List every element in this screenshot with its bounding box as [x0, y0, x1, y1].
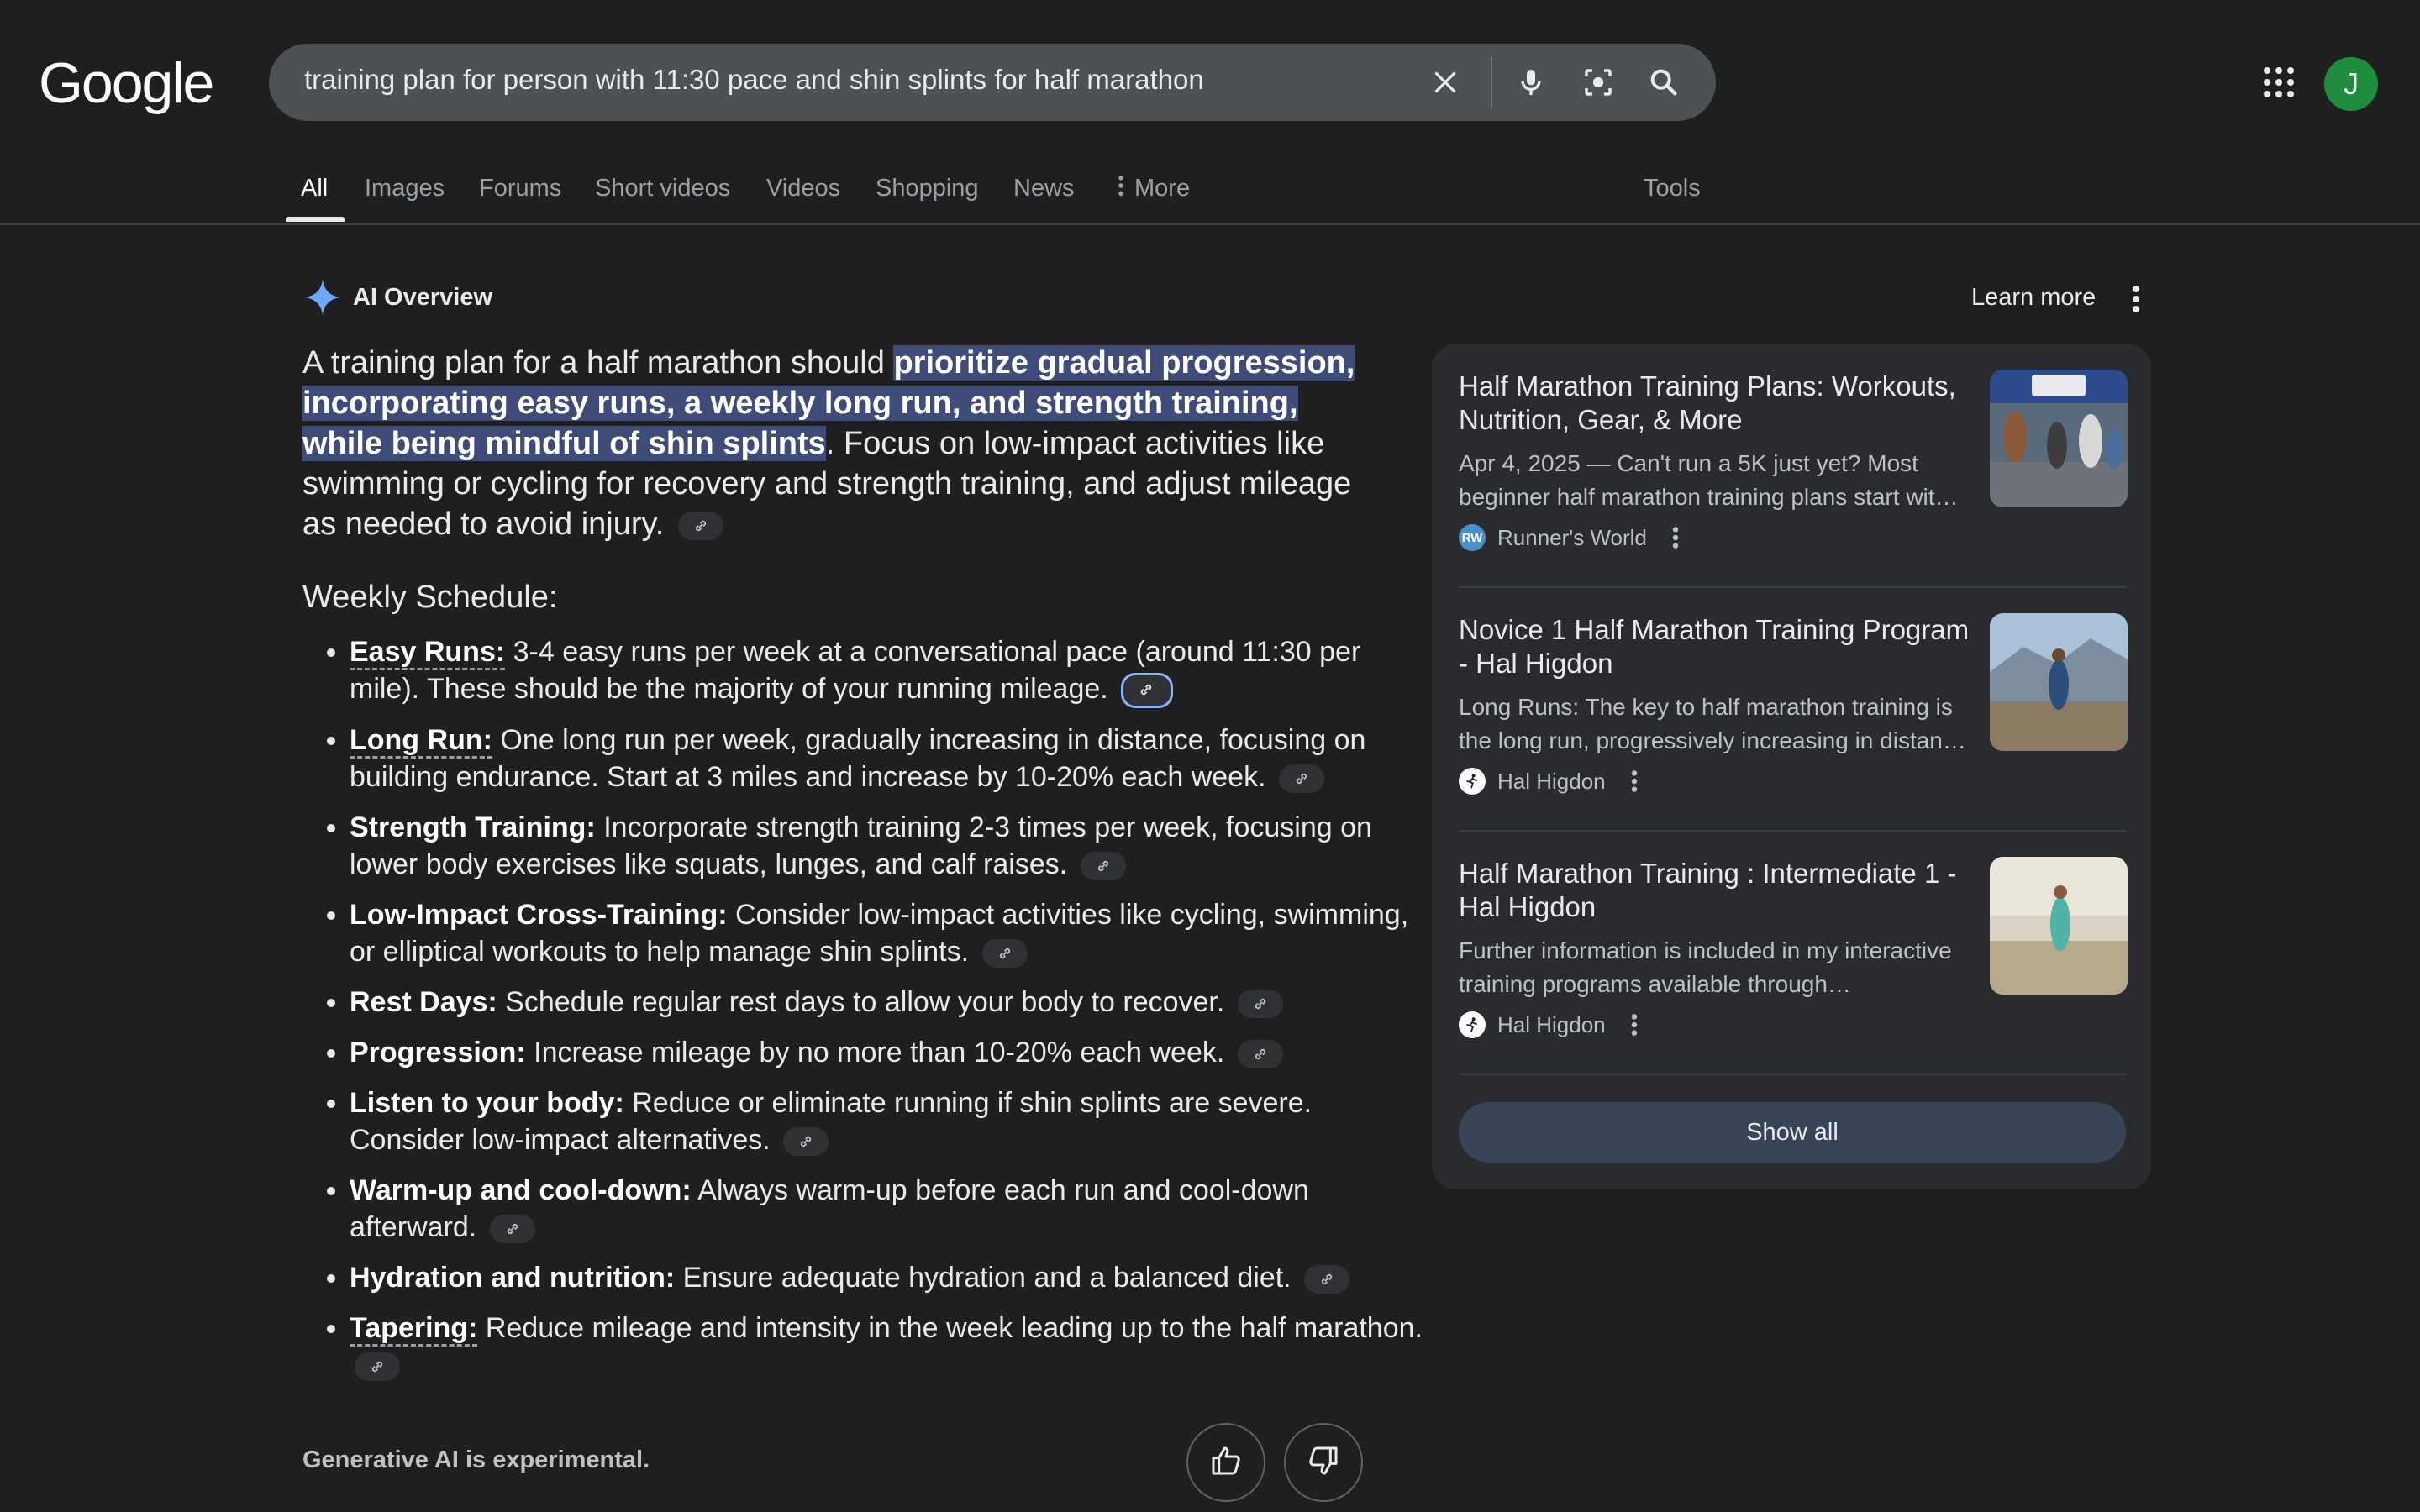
microphone-icon[interactable] [1511, 62, 1551, 102]
list-item: Hydration and nutrition: Ensure adequate… [350, 1259, 1434, 1296]
clear-icon[interactable] [1425, 62, 1465, 102]
citation-link-icon[interactable] [1237, 1040, 1283, 1069]
tab-more[interactable]: More [1118, 175, 1190, 203]
list-item: Progression: Increase mileage by no more… [350, 1034, 1434, 1071]
thumbs-down-button[interactable] [1284, 1423, 1363, 1502]
bullet-term: Strength Training: [350, 811, 596, 844]
citation-link-icon[interactable] [1080, 852, 1126, 881]
ai-sparkle-icon [302, 277, 343, 318]
list-item: Strength Training: Incorporate strength … [350, 809, 1434, 883]
bullet-text: Schedule regular rest days to allow your… [497, 986, 1225, 1019]
tab-news[interactable]: News [1013, 175, 1075, 202]
tab-all[interactable]: All [301, 175, 328, 202]
source-title[interactable]: Novice 1 Half Marathon Training Program … [1459, 613, 1971, 680]
citation-link-icon[interactable] [489, 1215, 535, 1244]
active-tab-indicator [286, 217, 345, 222]
source-card[interactable]: Half Marathon Training Plans: Workouts, … [1459, 344, 2128, 588]
tab-videos[interactable]: Videos [766, 175, 840, 202]
source-site-name: Hal Higdon [1497, 768, 1606, 794]
bullet-text: Reduce mileage and intensity in the week… [477, 1312, 1423, 1345]
source-title[interactable]: Half Marathon Training Plans: Workouts, … [1459, 370, 1971, 437]
list-item: Tapering: Reduce mileage and intensity i… [350, 1310, 1434, 1383]
bullet-term: Listen to your body: [350, 1087, 624, 1120]
bullet-text: One long run per week, gradually increas… [350, 724, 1366, 794]
source-card[interactable]: Novice 1 Half Marathon Training Program … [1459, 588, 2128, 832]
tab-forums[interactable]: Forums [479, 175, 561, 202]
bullet-text: Ensure adequate hydration and a balanced… [675, 1262, 1292, 1294]
citation-link-icon[interactable] [1304, 1265, 1350, 1294]
ai-overview-title: AI Overview [353, 284, 493, 311]
bullet-term: Warm-up and cool-down: [350, 1174, 692, 1207]
more-vert-icon [1118, 175, 1124, 203]
more-vert-icon[interactable] [1626, 768, 1643, 795]
more-vert-icon[interactable] [1626, 1011, 1643, 1038]
bullet-term[interactable]: Tapering: [350, 1312, 478, 1347]
list-item: Low-Impact Cross-Training: Consider low-… [350, 896, 1434, 970]
schedule-heading: Weekly Schedule: [302, 580, 558, 615]
lens-camera-icon[interactable] [1578, 62, 1618, 102]
search-divider [1491, 57, 1492, 108]
search-box[interactable]: training plan for person with 11:30 pace… [269, 44, 1716, 121]
schedule-list: Easy Runs: 3-4 easy runs per week at a c… [302, 633, 1434, 1397]
tab-shopping[interactable]: Shopping [876, 175, 979, 202]
tools-button[interactable]: Tools [1644, 175, 1701, 202]
citation-link-icon[interactable] [783, 1127, 829, 1157]
show-all-button[interactable]: Show all [1459, 1102, 2126, 1163]
list-item: Easy Runs: 3-4 easy runs per week at a c… [350, 633, 1434, 709]
citation-link-icon[interactable] [1279, 764, 1324, 794]
thumbs-down-icon [1307, 1444, 1340, 1482]
runners-world-logo: RW [1459, 524, 1486, 551]
more-vert-icon[interactable] [1667, 524, 1684, 551]
bullet-term: Rest Days: [350, 986, 497, 1019]
source-site: Hal Higdon [1459, 1010, 1643, 1040]
citation-link-icon[interactable] [981, 939, 1028, 969]
source-site: RW Runner's World [1459, 522, 1684, 553]
ai-overview-summary: A training plan for a half marathon shou… [302, 343, 1370, 544]
source-snippet: Further information is included in my in… [1459, 937, 1952, 997]
citation-link-icon[interactable] [355, 1352, 400, 1382]
source-thumbnail[interactable] [1990, 370, 2128, 507]
bullet-term: Progression: [350, 1037, 526, 1069]
learn-more-link[interactable]: Learn more [1971, 284, 2096, 312]
google-apps-icon[interactable] [2259, 62, 2299, 102]
bullet-text: Increase mileage by no more than 10-20% … [525, 1037, 1225, 1069]
generative-ai-note: Generative AI is experimental. [302, 1446, 650, 1473]
tab-images[interactable]: Images [365, 175, 445, 202]
source-snippet: Apr 4, 2025 — Can't run a 5K just yet? M… [1459, 450, 1959, 510]
google-logo[interactable]: Google [39, 50, 214, 116]
source-thumbnail[interactable] [1990, 613, 2128, 751]
bullet-term[interactable]: Long Run: [350, 724, 492, 759]
thumbs-up-icon [1209, 1444, 1243, 1482]
source-thumbnail[interactable] [1990, 857, 2128, 995]
bullet-term: Hydration and nutrition: [350, 1262, 676, 1294]
search-icon[interactable] [1644, 62, 1684, 102]
source-site-name: Runner's World [1497, 524, 1647, 550]
sources-panel: Half Marathon Training Plans: Workouts, … [1432, 344, 2151, 1189]
bullet-term[interactable]: Easy Runs: [350, 636, 506, 670]
hal-higdon-logo [1459, 768, 1486, 795]
source-site: Hal Higdon [1459, 766, 1643, 796]
source-snippet: Long Runs: The key to half marathon trai… [1459, 694, 1966, 753]
card-divider [1459, 1074, 2126, 1075]
citation-link-icon[interactable] [677, 511, 723, 540]
list-item: Warm-up and cool-down: Always warm-up be… [350, 1172, 1434, 1246]
account-avatar[interactable]: J [2324, 57, 2378, 111]
source-title[interactable]: Half Marathon Training : Intermediate 1 … [1459, 857, 1971, 924]
hal-higdon-logo [1459, 1011, 1486, 1038]
citation-link-icon[interactable] [1121, 673, 1174, 709]
citation-link-icon[interactable] [1237, 990, 1283, 1019]
list-item: Rest Days: Schedule regular rest days to… [350, 984, 1434, 1021]
list-item: Listen to your body: Reduce or eliminate… [350, 1084, 1434, 1158]
search-input[interactable]: training plan for person with 11:30 pace… [304, 64, 1204, 96]
bullet-term: Low-Impact Cross-Training: [350, 899, 728, 932]
summary-prefix: A training plan for a half marathon shou… [302, 345, 894, 381]
tab-more-label: More [1134, 175, 1191, 202]
top-bar: Google training plan for person with 11:… [0, 0, 2420, 225]
ai-overview-menu-icon[interactable] [2126, 282, 2146, 316]
list-item: Long Run: One long run per week, gradual… [350, 722, 1434, 795]
source-card[interactable]: Half Marathon Training : Intermediate 1 … [1459, 832, 2128, 1075]
tab-short-videos[interactable]: Short videos [595, 175, 730, 202]
source-site-name: Hal Higdon [1497, 1011, 1606, 1037]
thumbs-up-button[interactable] [1186, 1423, 1265, 1502]
